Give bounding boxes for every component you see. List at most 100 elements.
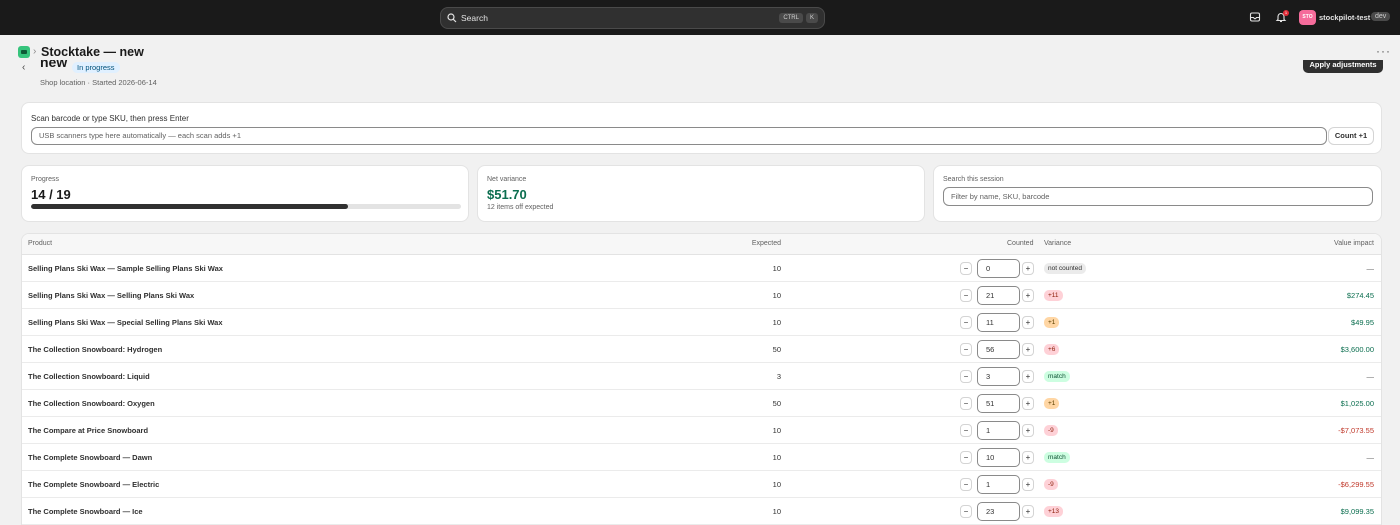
value-impact: —: [1366, 372, 1375, 381]
expected-qty: 3: [776, 372, 781, 381]
increment-button[interactable]: +: [1022, 505, 1034, 518]
product-name[interactable]: The Collection Snowboard: Oxygen: [28, 399, 155, 408]
counted-input[interactable]: 21: [977, 286, 1020, 305]
counted-input[interactable]: 56: [977, 340, 1020, 359]
value-impact: -$6,299.55: [1338, 480, 1374, 489]
product-name[interactable]: Selling Plans Ski Wax — Selling Plans Sk…: [28, 291, 194, 300]
counted-input[interactable]: 0: [977, 259, 1020, 278]
value-impact: $274.45: [1346, 291, 1374, 300]
increment-button[interactable]: +: [1022, 397, 1034, 410]
env-badge: dev: [1371, 12, 1391, 21]
variance-badge: +11: [1044, 290, 1063, 301]
decrement-button[interactable]: −: [960, 505, 972, 518]
notification-count: 1: [1283, 10, 1289, 16]
progress-label: Progress: [31, 176, 60, 183]
counted-input[interactable]: 51: [977, 394, 1020, 413]
back-arrow-icon[interactable]: ‹: [22, 62, 25, 73]
variance-badge: match: [1044, 452, 1070, 463]
filter-input[interactable]: Filter by name, SKU, barcode: [943, 187, 1373, 206]
filter-card: Search this session Filter by name, SKU,…: [933, 165, 1382, 222]
increment-button[interactable]: +: [1022, 316, 1034, 329]
value-impact: $1,025.00: [1340, 399, 1374, 408]
value-impact: -$7,073.55: [1338, 426, 1374, 435]
table-header: Product Expected Counted Variance Value …: [22, 234, 1381, 255]
global-search[interactable]: Search CTRL K: [440, 7, 825, 29]
decrement-button[interactable]: −: [960, 262, 972, 275]
count-plus-one-button[interactable]: Count +1: [1328, 127, 1374, 145]
header-subtitle: Shop location · Started 2026-06-14: [40, 78, 157, 87]
table-row: The Collection Snowboard: Liquid 3−3 + matc…: [22, 363, 1381, 390]
value-impact: $3,600.00: [1340, 345, 1374, 354]
increment-button[interactable]: +: [1022, 289, 1034, 302]
th-value-impact[interactable]: Value impact: [1334, 240, 1374, 247]
decrement-button[interactable]: −: [960, 343, 972, 356]
th-variance[interactable]: Variance: [1044, 240, 1071, 247]
variance-badge: +1: [1044, 317, 1060, 328]
counted-input[interactable]: 3: [977, 367, 1020, 386]
counted-input[interactable]: 11: [977, 313, 1020, 332]
product-name[interactable]: The Collection Snowboard: Liquid: [28, 372, 150, 381]
scan-input[interactable]: USB scanners type here automatically — e…: [31, 127, 1327, 145]
table-row: The Collection Snowboard: Hydrogen 50 −56 +…: [22, 336, 1381, 363]
table-row: Selling Plans Ski Wax — Sample Selling P…: [22, 255, 1381, 282]
product-name[interactable]: The Collection Snowboard: Hydrogen: [28, 345, 162, 354]
decrement-button[interactable]: −: [960, 316, 972, 329]
decrement-button[interactable]: −: [960, 451, 972, 464]
top-bar: Search CTRL K 1 STO stockpilot-test dev: [0, 0, 1400, 35]
table-row: The Complete Snowboard — Ice 10 −23 + +13 $9,…: [22, 498, 1381, 525]
apply-adjustments-button[interactable]: Apply adjustments: [1303, 60, 1383, 73]
decrement-button[interactable]: −: [960, 478, 972, 491]
decrement-button[interactable]: −: [960, 289, 972, 302]
decrement-button[interactable]: −: [960, 424, 972, 437]
expected-qty: 10: [772, 507, 781, 516]
variance-badge: -9: [1044, 479, 1058, 490]
variance-badge: +13: [1044, 506, 1064, 517]
store-name[interactable]: stockpilot-test: [1319, 13, 1370, 22]
product-name[interactable]: Selling Plans Ski Wax — Sample Selling P…: [28, 264, 223, 273]
expected-qty: 10: [772, 318, 781, 327]
product-name[interactable]: Selling Plans Ski Wax — Special Selling …: [28, 318, 223, 327]
progress-card: Progress 14 / 19: [21, 165, 469, 222]
th-expected[interactable]: Expected: [752, 240, 781, 247]
expected-qty: 10: [772, 291, 781, 300]
value-impact: —: [1366, 453, 1375, 462]
chevron-right-icon: ›: [33, 46, 37, 57]
filter-label: Search this session: [943, 176, 1004, 183]
value-impact: $49.95: [1351, 318, 1374, 327]
increment-button[interactable]: +: [1022, 343, 1034, 356]
expected-qty: 10: [772, 453, 781, 462]
product-name[interactable]: The Compare at Price Snowboard: [28, 426, 148, 435]
product-name[interactable]: The Complete Snowboard — Ice: [28, 507, 143, 516]
decrement-button[interactable]: −: [960, 370, 972, 383]
increment-button[interactable]: +: [1022, 370, 1034, 383]
expected-qty: 50: [772, 345, 781, 354]
more-actions-button[interactable]: ···: [1376, 44, 1391, 58]
product-name[interactable]: The Complete Snowboard — Electric: [28, 480, 159, 489]
table-row: The Complete Snowboard — Dawn 10−10 + match…: [22, 444, 1381, 471]
increment-button[interactable]: +: [1022, 451, 1034, 464]
table-row: Selling Plans Ski Wax — Selling Plans Sk…: [22, 282, 1381, 309]
progress-fill: [31, 204, 348, 209]
increment-button[interactable]: +: [1022, 262, 1034, 275]
net-variance-value: $51.70: [487, 187, 527, 202]
net-variance-sub: 12 items off expected: [487, 204, 554, 211]
increment-button[interactable]: +: [1022, 478, 1034, 491]
table-row: The Collection Snowboard: Oxygen 50 −51 + +1…: [22, 390, 1381, 417]
counted-input[interactable]: 10: [977, 448, 1020, 467]
expected-qty: 10: [772, 264, 781, 273]
counted-input[interactable]: 23: [977, 502, 1020, 521]
th-product[interactable]: Product: [28, 240, 52, 247]
variance-badge: not counted: [1044, 263, 1086, 274]
value-impact: $9,099.35: [1340, 507, 1374, 516]
counted-input[interactable]: 1: [977, 421, 1020, 440]
avatar[interactable]: STO: [1299, 10, 1316, 25]
increment-button[interactable]: +: [1022, 424, 1034, 437]
counted-input[interactable]: 1: [977, 475, 1020, 494]
app-icon[interactable]: [18, 46, 30, 58]
th-counted[interactable]: Counted: [1007, 240, 1033, 247]
scan-card: Scan barcode or type SKU, then press Ent…: [21, 102, 1382, 154]
decrement-button[interactable]: −: [960, 397, 972, 410]
search-label: Search: [461, 13, 488, 23]
inbox-icon[interactable]: [1249, 11, 1261, 23]
product-name[interactable]: The Complete Snowboard — Dawn: [28, 453, 152, 462]
